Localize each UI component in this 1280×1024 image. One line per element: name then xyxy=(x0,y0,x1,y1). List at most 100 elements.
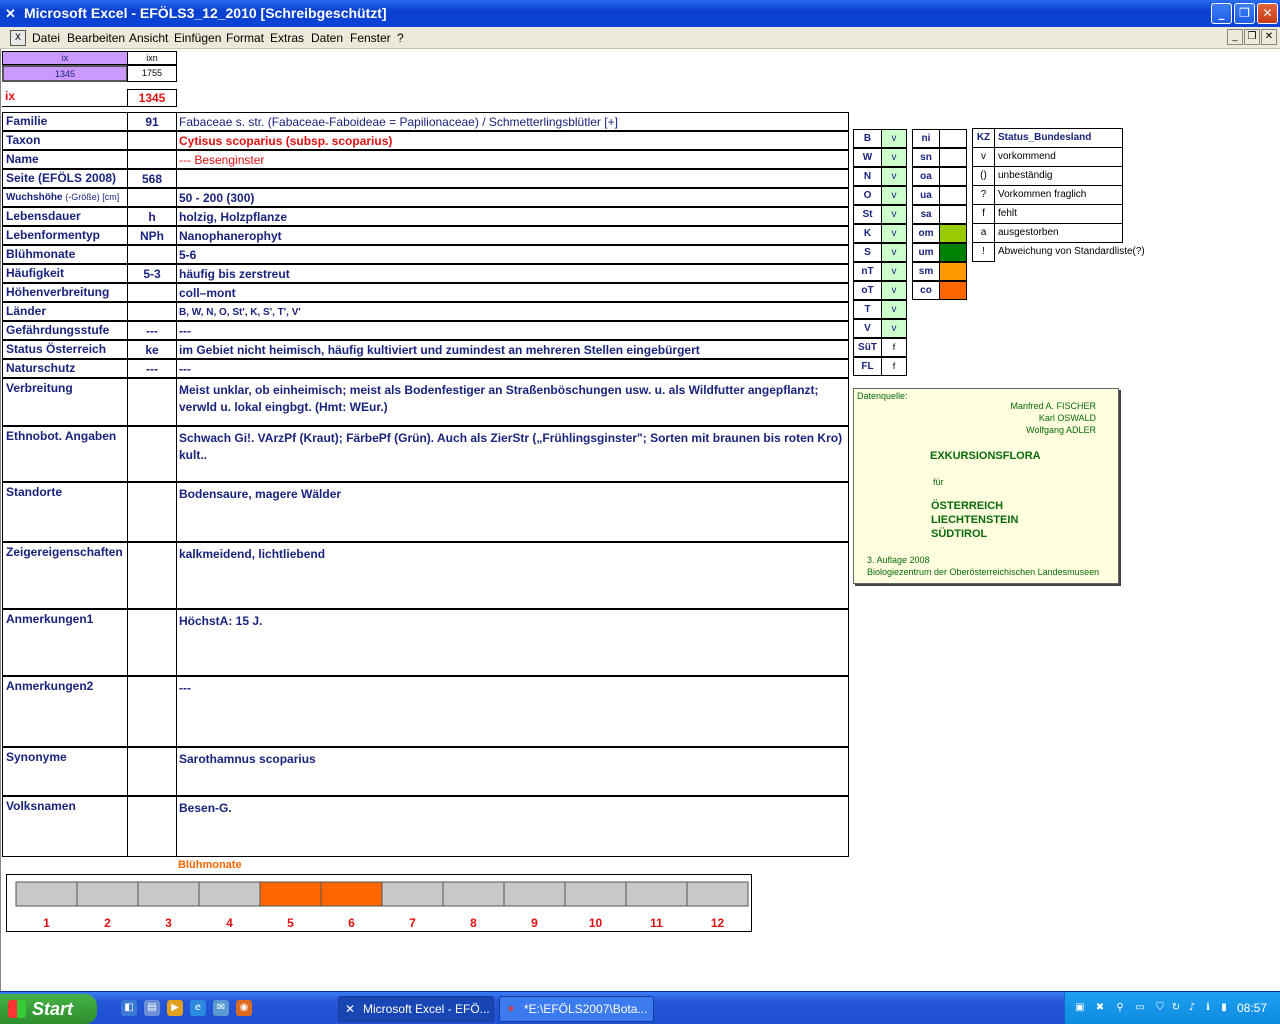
worksheet[interactable]: ix ixn 1345 1755 ix 1345 Familie 91 Fabace… xyxy=(0,49,1280,991)
field-label: Anmerkungen2 xyxy=(2,676,128,747)
field-value: --- Besenginster xyxy=(176,150,849,169)
explorer-icon[interactable]: ▤ xyxy=(144,1000,160,1016)
field-code xyxy=(127,245,177,264)
chart-tick-label: 8 xyxy=(470,916,477,930)
chart-bar-month-3 xyxy=(137,881,200,907)
window-title: Microsoft Excel - EFÖLS3_12_2010 [Schrei… xyxy=(24,5,387,21)
field-value: holzig, Holzpflanze xyxy=(176,207,849,226)
field-value-line: Sarothamnus scoparius xyxy=(179,752,316,766)
legend-code: ? xyxy=(972,185,995,205)
doc-minimize-button[interactable]: _ xyxy=(1227,29,1243,45)
field-value: kalkmeidend, lichtliebend xyxy=(176,542,849,609)
field-value-line: --- xyxy=(179,681,191,695)
state-status: f xyxy=(881,338,907,357)
volume-icon[interactable]: ♪ xyxy=(1185,1001,1199,1015)
start-label: Start xyxy=(32,999,74,1019)
battery-icon[interactable]: ▮ xyxy=(1217,1001,1231,1015)
menu-format[interactable]: Format xyxy=(226,31,264,45)
field-label: Name xyxy=(2,150,128,169)
menu-ansicht[interactable]: Ansicht xyxy=(129,31,168,45)
ie-icon[interactable]: e xyxy=(190,1000,206,1016)
altitude-code: oa xyxy=(912,167,940,186)
field-code xyxy=(127,796,177,857)
state-code: nT xyxy=(853,262,882,281)
ix-input[interactable]: 1345 xyxy=(2,65,128,82)
doc-restore-button[interactable]: ❐ xyxy=(1244,29,1260,45)
excel-icon: ✕ xyxy=(345,1002,356,1016)
menu-einfuegen[interactable]: Einfügen xyxy=(174,31,221,45)
restore-button[interactable]: ❐ xyxy=(1234,3,1255,24)
firefox-icon[interactable]: ◉ xyxy=(236,1000,252,1016)
field-label: Seite (EFÖLS 2008) xyxy=(2,169,128,188)
state-code: St xyxy=(853,205,882,224)
media-icon[interactable]: ▶ xyxy=(167,1000,183,1016)
doc-close-button[interactable]: ✕ xyxy=(1261,29,1277,45)
menu-datei[interactable]: Datei xyxy=(32,31,60,45)
field-label: Volksnamen xyxy=(2,796,128,857)
chart-bar-month-4 xyxy=(198,881,261,907)
altitude-code: ua xyxy=(912,186,940,205)
field-code xyxy=(127,426,177,482)
bluehmonate-chart: 1 2 3 4 5 6 7 8 9 10 11 12 xyxy=(6,874,752,932)
legend-code: () xyxy=(972,166,995,186)
field-value: Schwach Gi!. VArzPf (Kraut); FärbePf (Gr… xyxy=(176,426,849,482)
legend-text: Abweichung von Standardliste(?) xyxy=(994,242,1145,262)
altitude-code: sa xyxy=(912,205,940,224)
legend-code: f xyxy=(972,204,995,224)
taskbar-app-excel[interactable]: ✕ Microsoft Excel - EFÖ... xyxy=(338,996,494,1022)
menu-bearbeiten[interactable]: Bearbeiten xyxy=(67,31,125,45)
field-code: --- xyxy=(127,359,177,378)
field-code xyxy=(127,188,177,207)
info-icon[interactable]: ℹ xyxy=(1201,1001,1215,1015)
legend-code: ! xyxy=(972,242,995,262)
source-author-3: Wolfgang ADLER xyxy=(1026,425,1096,435)
state-status: f xyxy=(881,357,907,376)
menu-fenster[interactable]: Fenster xyxy=(350,31,391,45)
mail-icon[interactable]: ✉ xyxy=(213,1000,229,1016)
ixn-header: ixn xyxy=(127,51,177,65)
security-icon[interactable]: ✖ xyxy=(1093,1001,1107,1015)
state-code: B xyxy=(853,129,882,148)
field-label: Länder xyxy=(2,302,128,321)
field-label: Familie xyxy=(2,112,128,131)
start-button[interactable]: Start xyxy=(0,994,97,1024)
minimize-button[interactable]: _ xyxy=(1211,3,1232,24)
state-status: v xyxy=(881,243,907,262)
quicklaunch-icon[interactable]: ◧ xyxy=(121,1000,137,1016)
field-code: h xyxy=(127,207,177,226)
source-author-1: Manfred A. FISCHER xyxy=(1010,401,1096,411)
field-value: 5-6 xyxy=(176,245,849,264)
field-value: Meist unklar, ob einheimisch; meist als … xyxy=(176,378,849,426)
field-label: Höhenverbreitung xyxy=(2,283,128,302)
field-label: Status Österreich xyxy=(2,340,128,359)
chart-tick-label: 10 xyxy=(589,916,603,930)
field-label: Verbreitung xyxy=(2,378,128,426)
field-label: Häufigkeit xyxy=(2,264,128,283)
menu-bar: X Datei Bearbeiten Ansicht Einfügen Form… xyxy=(0,27,1280,49)
update-icon[interactable]: ↻ xyxy=(1169,1001,1183,1015)
chart-bar-month-11 xyxy=(625,881,688,907)
doc-icon: ✶ xyxy=(506,1002,517,1016)
field-label: Synonyme xyxy=(2,747,128,796)
field-value-line: Besen-G. xyxy=(179,801,232,815)
excel-icon[interactable]: ✕ xyxy=(5,6,16,22)
altitude-swatch xyxy=(939,148,967,167)
altitude-swatch xyxy=(939,129,967,148)
shield-icon[interactable]: ⛉ xyxy=(1153,1001,1167,1015)
close-button[interactable]: ✕ xyxy=(1257,3,1278,24)
menu-help[interactable]: ? xyxy=(397,31,404,45)
state-code: V xyxy=(853,319,882,338)
taskbar-app-document[interactable]: ✶ *E:\EFÖLS2007\Bota... xyxy=(499,996,654,1022)
chart-tick-label: 5 xyxy=(287,916,294,930)
state-status: v xyxy=(881,262,907,281)
chart-bar-month-7 xyxy=(381,881,444,907)
search-icon[interactable]: ⚲ xyxy=(1113,1001,1127,1015)
monitor-icon[interactable]: ▭ xyxy=(1133,1001,1147,1015)
menu-daten[interactable]: Daten xyxy=(311,31,343,45)
field-value-line: kalkmeidend, lichtliebend xyxy=(179,547,326,561)
network-icon[interactable]: ▣ xyxy=(1073,1001,1087,1015)
menu-extras[interactable]: Extras xyxy=(270,31,304,45)
taskbar: Start ◧ ▤ ▶ e ✉ ◉ ✕ Microsoft Excel - EF… xyxy=(0,991,1280,1024)
workbook-icon[interactable]: X xyxy=(10,30,26,46)
taskbar-app-excel-label: Microsoft Excel - EFÖ... xyxy=(363,1002,490,1016)
